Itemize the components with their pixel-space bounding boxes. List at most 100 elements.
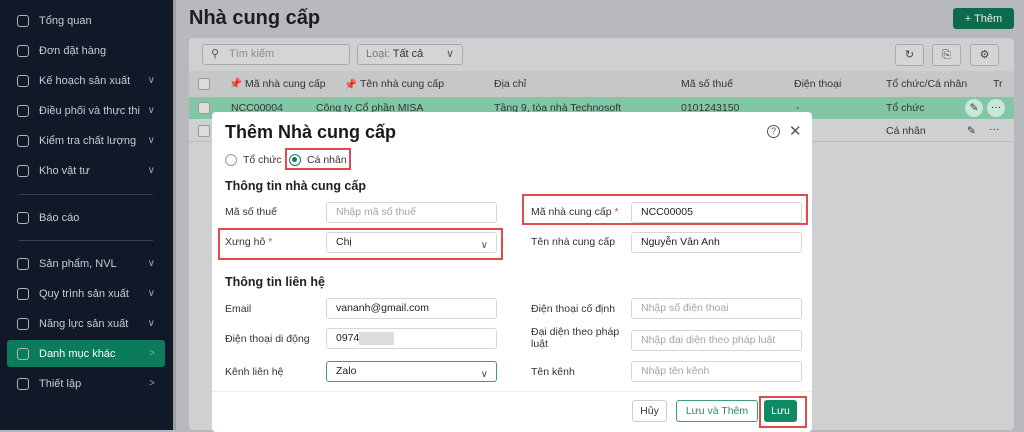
help-icon[interactable]: ? [767,125,780,138]
sidebar-item-label: Kho vật tư [39,164,90,177]
landline-input[interactable]: Nhập số điện thoại [631,298,802,319]
calendar-icon [17,74,29,87]
edit-icon[interactable]: ✎ [965,99,983,117]
more-icon[interactable]: ··· [987,99,1005,117]
sidebar-item-label: Kế hoạch sản xuất [39,74,131,87]
select-all-checkbox[interactable] [198,78,210,90]
rep-label: Đại diện theo pháp luật [531,326,620,350]
sidebar-item-11[interactable]: Thiết lập > [7,370,165,397]
cell-type: Tổ chức [886,102,925,114]
chevron-icon: ∨ [147,318,155,329]
chevron-icon: ∨ [147,288,155,299]
channel-name-input[interactable]: Nhập tên kênh [631,361,802,382]
sidebar-item-label: Thiết lập [39,377,82,390]
col-name: 📌 Tên nhà cung cấp [344,71,444,97]
sidebar-item-4[interactable]: Kiểm tra chất lượng ∨ [7,127,165,154]
sidebar-item-2[interactable]: Kế hoạch sản xuất ∨ [7,67,165,94]
add-button[interactable]: + Thêm [953,8,1014,29]
col-name-label: Tên nhà cung cấp [360,78,445,90]
channel-name-label: Tên kênh [531,366,575,378]
more-icon[interactable]: ··· [989,123,1000,135]
archive-icon [17,164,29,177]
sidebar-item-5[interactable]: Kho vật tư ∨ [7,157,165,184]
save-and-add-button[interactable]: Lưu và Thêm [676,400,758,422]
sidebar-item-label: Báo cáo [39,211,80,224]
col-tax: Mã số thuế [681,78,733,90]
sidebar-divider [19,194,153,195]
highlight-box [522,194,808,225]
channel-value: Zalo [336,365,357,377]
channel-select[interactable]: Zalo ∨ [326,361,497,382]
col-more: Tr [993,78,1003,90]
cancel-button[interactable]: Hủy [632,400,667,422]
sidebar-item-9[interactable]: Năng lực sản xuất ∨ [7,310,165,337]
col-type: Tổ chức/Cá nhân [886,78,968,90]
name-input[interactable]: Nguyễn Vân Anh [631,232,802,253]
mobile-input[interactable]: 0974 [326,328,497,349]
sidebar-item-0[interactable]: Tổng quan [7,7,165,34]
sidebar-item-10[interactable]: Danh mục khác > [7,340,165,367]
highlight-box [759,396,807,428]
section-supplier-info: Thông tin nhà cung cấp [225,179,366,193]
chart-icon [17,211,29,224]
type-filter[interactable]: Loại: Tất cả ∨ [357,44,463,65]
settings-button[interactable]: ⚙ [970,44,999,66]
add-supplier-dialog: Thêm Nhà cung cấp ? ✕ Tổ chức Cá nhân Th… [212,112,812,432]
sidebar-scrollbar[interactable] [173,0,176,430]
dialog-title: Thêm Nhà cung cấp [225,122,397,142]
refresh-button[interactable]: ↻ [895,44,924,66]
export-button[interactable]: ⎘ [932,44,961,66]
radio-organization[interactable] [225,154,237,166]
sidebar-item-7[interactable]: Sản phẩm, NVL ∨ [7,250,165,277]
sidebar-item-1[interactable]: Đơn đặt hàng [7,37,165,64]
pin-icon: 📌 [344,78,358,91]
chevron-icon: ∨ [147,105,155,116]
filter-value: Tất cả [392,48,424,60]
process-icon [17,287,29,300]
user-capacity-icon [17,317,29,330]
chevron-icon: ∨ [147,258,155,269]
calendar-clock-icon [17,104,29,117]
highlight-box [285,148,351,170]
close-icon[interactable]: ✕ [789,122,802,140]
home-icon [17,14,29,27]
sidebar-item-label: Kiểm tra chất lượng [39,134,137,147]
col-address: Địa chỉ [494,78,527,90]
tax-input[interactable]: Nhập mã số thuế [326,202,497,223]
tax-label: Mã số thuế [225,206,277,218]
sidebar-item-6[interactable]: Báo cáo [7,204,165,231]
chevron-down-icon: ∨ [480,369,488,380]
check-circle-icon [17,134,29,147]
sidebar-item-label: Danh mục khác [39,347,116,360]
sidebar-item-label: Quy trình sản xuất [39,287,129,300]
rep-input[interactable]: Nhập đại diện theo pháp luật [631,330,802,351]
sidebar-item-label: Năng lực sản xuất [39,317,129,330]
chevron-icon: > [149,348,155,359]
gear-icon [17,377,29,390]
sidebar-item-8[interactable]: Quy trình sản xuất ∨ [7,280,165,307]
search-input[interactable]: ⚲ Tìm kiếm [202,44,350,65]
row-checkbox[interactable] [198,125,210,137]
sidebar-item-3[interactable]: Điều phối và thực thi ∨ [7,97,165,124]
cell-type: Cá nhân [886,125,926,137]
section-contact-info: Thông tin liên hệ [225,275,325,289]
box-icon [17,257,29,270]
search-placeholder: Tìm kiếm [229,48,275,60]
landline-label: Điện thoại cố định [531,303,616,315]
chevron-icon: ∨ [147,75,155,86]
row-checkbox[interactable] [198,102,210,114]
table-header: 📌 Mã nhà cung cấp 📌 Tên nhà cung cấp Địa… [189,71,1014,97]
sidebar-item-label: Sản phẩm, NVL [39,257,117,270]
channel-label: Kênh liên hệ [225,366,284,378]
col-phone: Điện thoại [794,78,842,90]
radio-organization-label: Tổ chức [243,154,282,166]
email-input[interactable]: vananh@gmail.com [326,298,497,319]
chevron-icon: > [149,378,155,389]
edit-icon[interactable]: ✎ [967,125,976,137]
footer-divider [212,391,812,392]
pin-icon: 📌 [229,78,243,90]
sidebar-item-label: Điều phối và thực thi [39,104,140,117]
chevron-down-icon: ∨ [445,48,454,60]
chevron-icon: ∨ [147,135,155,146]
col-code: 📌 Mã nhà cung cấp [229,71,329,97]
